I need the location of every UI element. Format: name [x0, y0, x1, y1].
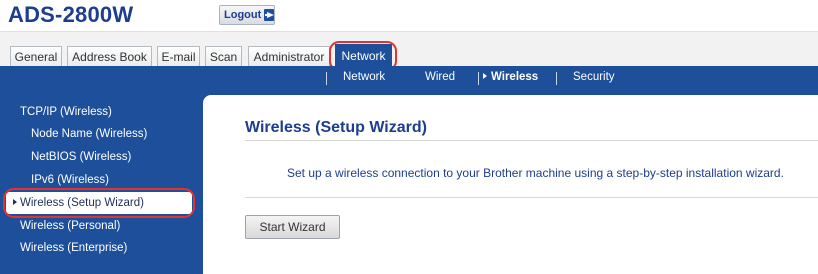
subnav-network[interactable]: Network [343, 71, 385, 83]
logout-button[interactable]: Logout [219, 5, 275, 25]
sidebar-item-wireless-personal[interactable]: Wireless (Personal) [20, 220, 120, 232]
tab-address-book[interactable]: Address Book [67, 46, 152, 66]
tab-label: E-mail [161, 49, 196, 64]
sidebar-item-wireless-setup-wizard[interactable]: Wireless (Setup Wizard) [13, 197, 144, 209]
sidebar-item-ipv6-wireless[interactable]: IPv6 (Wireless) [31, 174, 109, 186]
subnav-separator [478, 72, 479, 85]
page-title: Wireless (Setup Wizard) [245, 119, 427, 136]
tab-general[interactable]: General [10, 46, 62, 66]
subnav-separator [326, 72, 327, 85]
brother-web-management-page: ADS-2800W Logout General Address Book E-… [0, 0, 818, 274]
tab-label: Administrator [253, 49, 325, 64]
current-arrow-icon [13, 199, 17, 205]
subnav-wireless-label: Wireless [491, 71, 539, 83]
tab-label: Address Book [72, 49, 147, 64]
tab-scan[interactable]: Scan [205, 46, 242, 66]
tab-label: Network [341, 48, 386, 63]
page-description: Set up a wireless connection to your Bro… [287, 166, 784, 180]
subnav-separator [556, 72, 557, 85]
tab-email[interactable]: E-mail [157, 46, 200, 66]
divider [245, 197, 818, 198]
divider [245, 140, 818, 141]
tab-network[interactable]: Network [335, 44, 392, 66]
logout-arrow-icon [264, 9, 274, 21]
sidebar-item-node-name-wireless[interactable]: Node Name (Wireless) [31, 128, 147, 140]
main-content-panel: Wireless (Setup Wizard) Set up a wireles… [203, 95, 818, 274]
sidebar-item-label: Wireless (Setup Wizard) [20, 197, 144, 209]
tab-label: Scan [209, 49, 238, 64]
start-wizard-button[interactable]: Start Wizard [245, 215, 340, 239]
sidebar-item-netbios-wireless[interactable]: NetBIOS (Wireless) [31, 151, 131, 163]
tab-administrator[interactable]: Administrator [248, 46, 330, 66]
subnav-wired[interactable]: Wired [425, 71, 455, 83]
sub-navigation: Network Wired Wireless Security [0, 66, 818, 90]
subnav-wireless[interactable]: Wireless [483, 71, 538, 83]
sidebar-item-tcpip-wireless[interactable]: TCP/IP (Wireless) [20, 106, 112, 118]
current-arrow-icon [483, 73, 487, 79]
model-name: ADS-2800W [8, 2, 134, 27]
tab-label: General [14, 49, 58, 64]
subnav-security[interactable]: Security [573, 71, 615, 83]
logout-label: Logout [224, 9, 262, 21]
sidebar-item-wireless-enterprise[interactable]: Wireless (Enterprise) [20, 242, 127, 254]
